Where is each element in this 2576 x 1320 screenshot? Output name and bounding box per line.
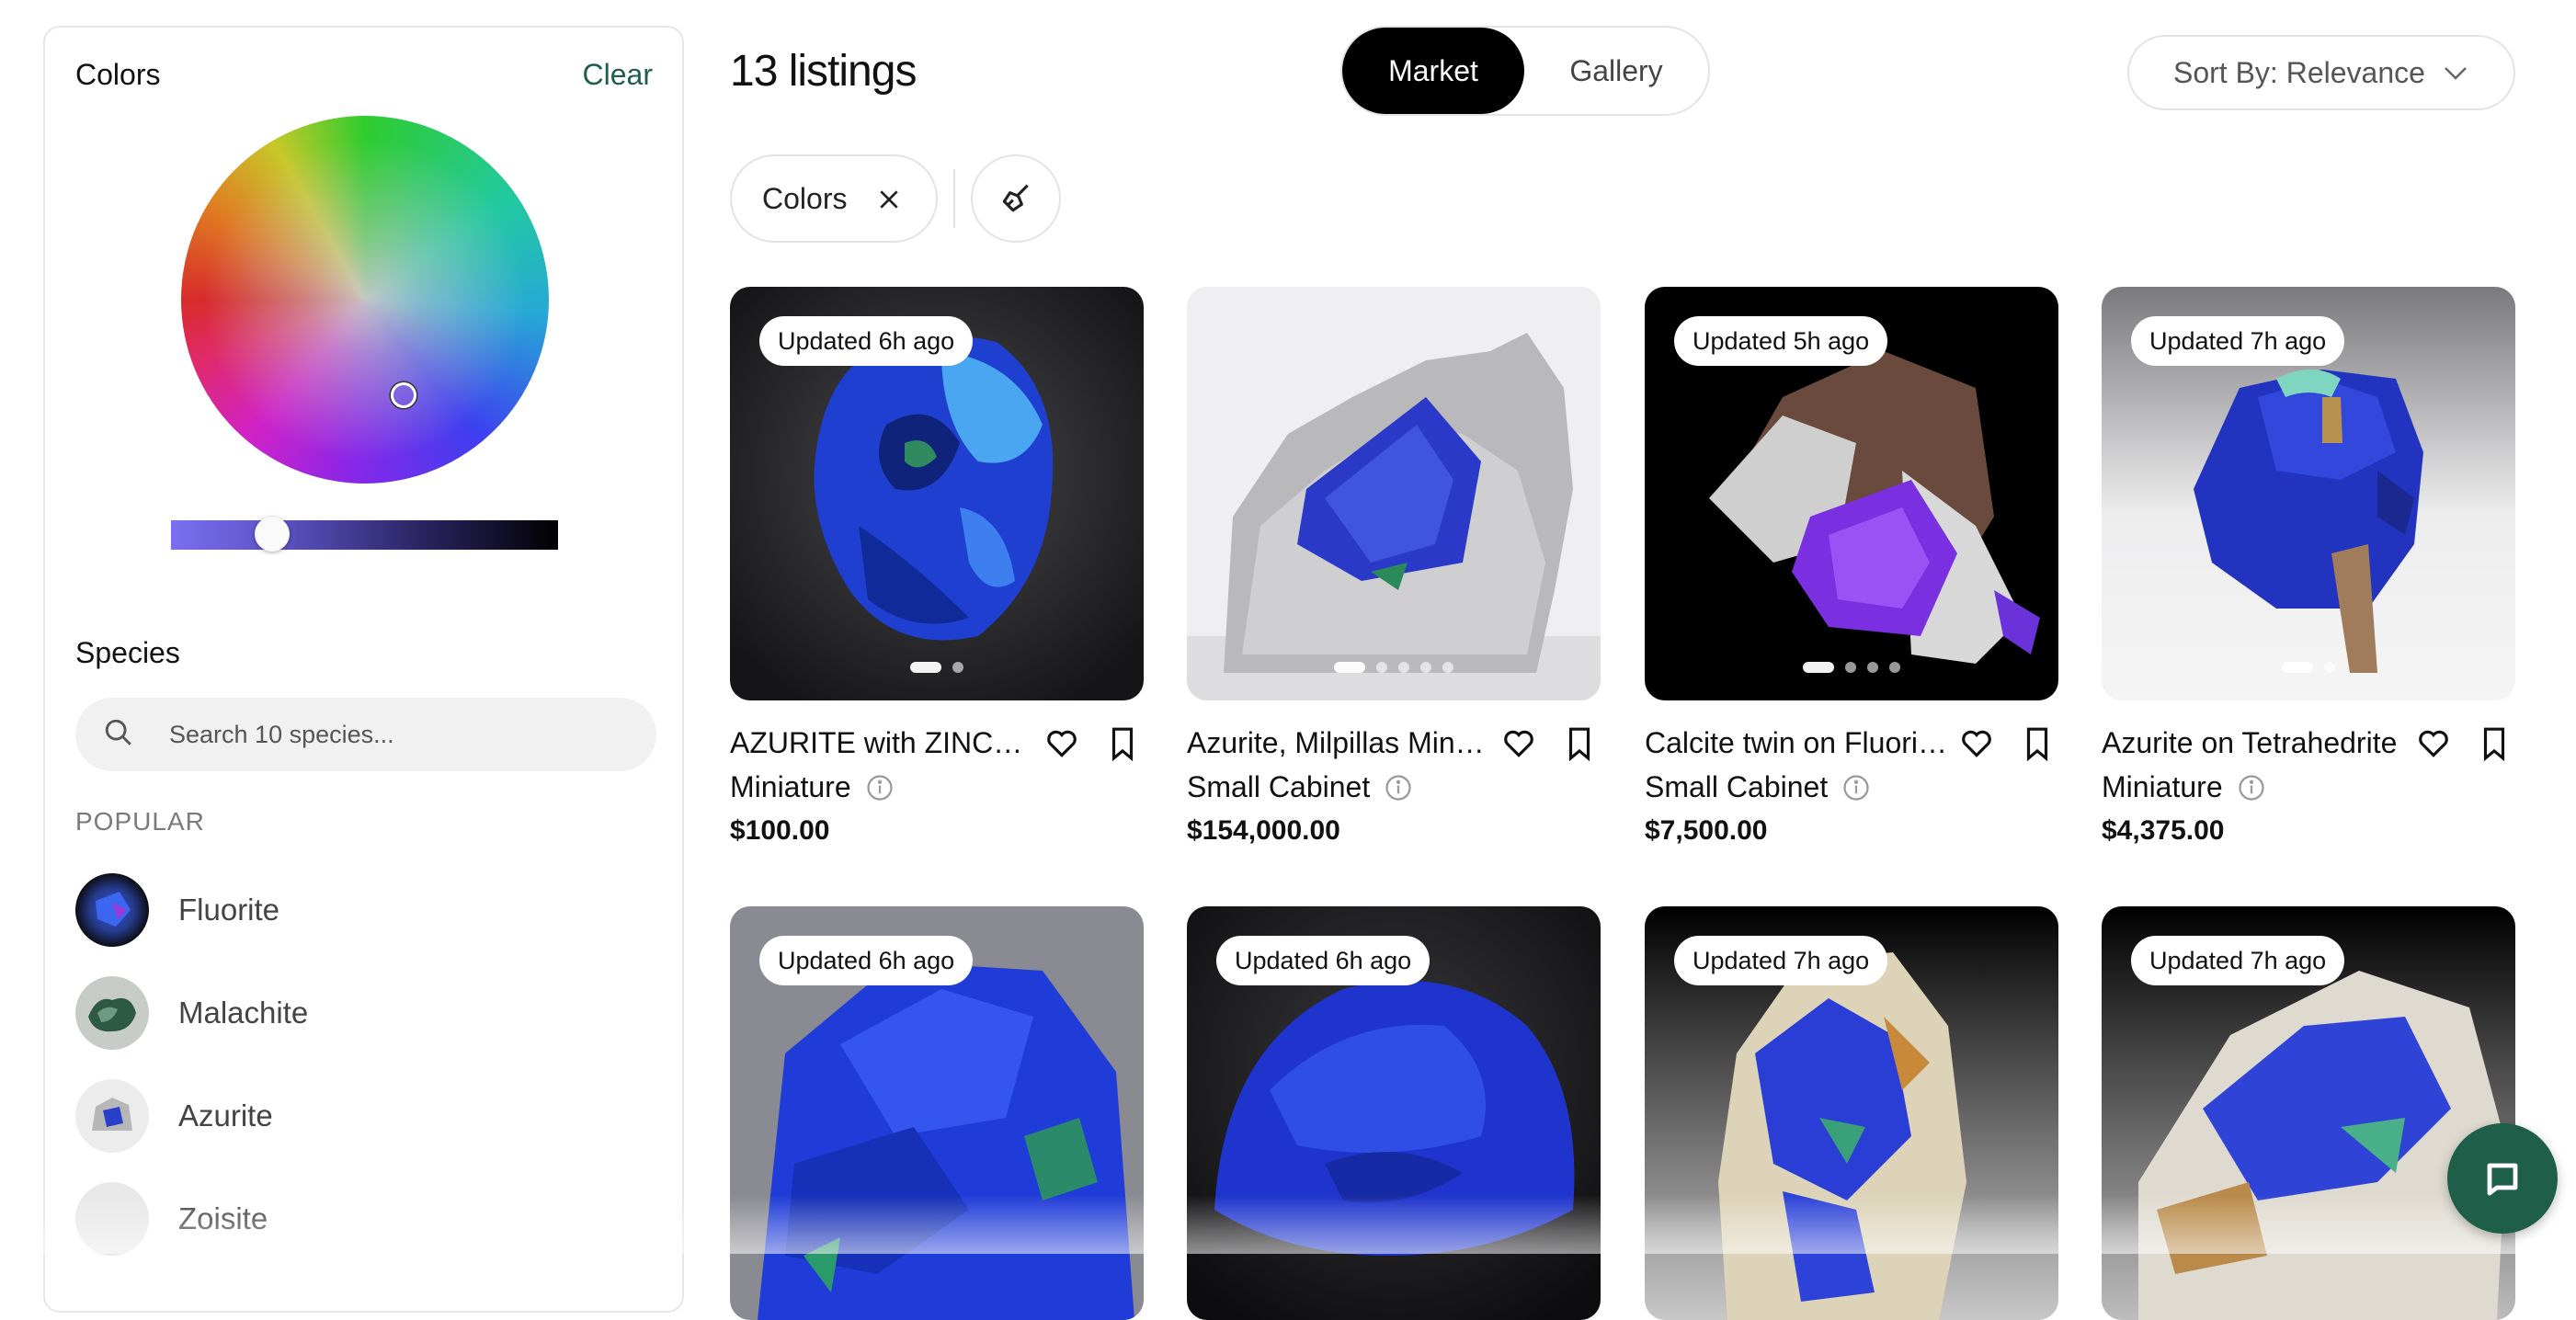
clear-colors-button[interactable]: Clear xyxy=(583,58,653,92)
updated-badge: Updated 6h ago xyxy=(1216,936,1430,985)
image-pager[interactable] xyxy=(1645,662,2058,673)
bookmark-icon[interactable] xyxy=(1564,726,1595,761)
listing-size: Small Cabinet xyxy=(1187,770,1412,804)
heart-icon[interactable] xyxy=(1959,726,1994,761)
size-label: Small Cabinet xyxy=(1187,770,1371,803)
listing-image[interactable] xyxy=(1187,287,1601,700)
clear-filters-icon xyxy=(1002,184,1029,212)
view-toggle: Market Gallery xyxy=(1340,26,1710,116)
listing-title[interactable]: AZURITE with ZINCO... xyxy=(730,726,1033,760)
updated-badge: Updated 5h ago xyxy=(1674,316,1888,366)
listing-count: 13 listings xyxy=(730,47,917,96)
size-label: Miniature xyxy=(2102,770,2223,803)
info-icon[interactable] xyxy=(1385,774,1412,802)
sort-dropdown[interactable]: Sort By: Relevance xyxy=(2127,35,2515,110)
clear-filters-button[interactable] xyxy=(971,154,1061,243)
search-icon xyxy=(103,717,134,753)
gallery-tab[interactable]: Gallery xyxy=(1524,28,1708,114)
market-tab[interactable]: Market xyxy=(1342,28,1524,114)
malachite-thumbnail xyxy=(75,976,149,1050)
listing-price: $7,500.00 xyxy=(1645,815,1768,846)
species-search-input[interactable] xyxy=(167,719,612,750)
listing-size: Miniature xyxy=(730,770,894,804)
listing-image[interactable]: Updated 7h ago xyxy=(2102,906,2515,1320)
bookmark-icon[interactable] xyxy=(1107,726,1138,761)
chat-button[interactable] xyxy=(2447,1123,2558,1234)
species-name: Azurite xyxy=(178,1098,273,1132)
species-name: Fluorite xyxy=(178,893,280,927)
brightness-slider[interactable] xyxy=(171,520,558,550)
updated-badge: Updated 6h ago xyxy=(759,316,974,366)
listing-image[interactable]: Updated 6h ago xyxy=(730,906,1144,1320)
chevron-down-icon xyxy=(2445,67,2467,80)
fluorite-thumbnail xyxy=(75,873,149,947)
listing-image[interactable]: Updated 6h ago xyxy=(1187,906,1601,1320)
brightness-slider-thumb[interactable] xyxy=(255,517,290,552)
species-item-zoisite[interactable]: Zoisite xyxy=(75,1182,268,1256)
colors-filter-title: Colors xyxy=(75,58,161,91)
species-name: Zoisite xyxy=(178,1201,268,1235)
azurite-thumbnail xyxy=(75,1079,149,1153)
bookmark-icon[interactable] xyxy=(2022,726,2053,761)
updated-badge: Updated 6h ago xyxy=(759,936,974,985)
species-item-azurite[interactable]: Azurite xyxy=(75,1079,273,1153)
species-filter-title: Species xyxy=(75,636,180,669)
color-wheel[interactable] xyxy=(181,116,549,484)
species-item-fluorite[interactable]: Fluorite xyxy=(75,873,279,947)
listing-image[interactable]: Updated 7h ago xyxy=(2102,287,2515,700)
species-search-box[interactable] xyxy=(75,698,656,771)
image-pager[interactable] xyxy=(1187,662,1601,673)
filter-sidebar: Colors Clear Species POPULAR Fluorite Ma… xyxy=(43,26,684,1313)
close-icon[interactable] xyxy=(877,188,901,211)
listing-title[interactable]: Azurite, Milpillas Mine... xyxy=(1187,726,1490,760)
listing-image[interactable]: Updated 6h ago xyxy=(730,287,1144,700)
chip-divider xyxy=(953,169,955,228)
sort-label: Sort By: Relevance xyxy=(2173,55,2425,89)
zoisite-thumbnail xyxy=(75,1182,149,1256)
chip-label: Colors xyxy=(762,181,848,215)
listing-price: $154,000.00 xyxy=(1187,815,1340,846)
info-icon[interactable] xyxy=(1842,774,1870,802)
heart-icon[interactable] xyxy=(2416,726,2451,761)
size-label: Small Cabinet xyxy=(1645,770,1829,803)
active-filter-chip-colors[interactable]: Colors xyxy=(730,154,938,243)
species-name: Malachite xyxy=(178,996,309,1030)
heart-icon[interactable] xyxy=(1044,726,1079,761)
info-icon[interactable] xyxy=(2238,774,2265,802)
color-wheel-handle[interactable] xyxy=(391,382,416,408)
listing-price: $100.00 xyxy=(730,815,830,846)
heart-icon[interactable] xyxy=(1501,726,1536,761)
popular-label: POPULAR xyxy=(75,807,205,836)
updated-badge: Updated 7h ago xyxy=(1674,936,1888,985)
listing-size: Miniature xyxy=(2102,770,2265,804)
info-icon[interactable] xyxy=(866,774,894,802)
listing-image[interactable]: Updated 5h ago xyxy=(1645,287,2058,700)
image-pager[interactable] xyxy=(2102,662,2515,673)
updated-badge: Updated 7h ago xyxy=(2131,936,2345,985)
size-label: Miniature xyxy=(730,770,851,803)
listing-size: Small Cabinet xyxy=(1645,770,1870,804)
updated-badge: Updated 7h ago xyxy=(2131,316,2345,366)
species-item-malachite[interactable]: Malachite xyxy=(75,976,308,1050)
image-pager[interactable] xyxy=(730,662,1144,673)
chat-icon xyxy=(2487,1163,2518,1196)
listing-title[interactable]: Azurite on Tetrahedrite xyxy=(2102,726,2405,760)
listing-image[interactable]: Updated 7h ago xyxy=(1645,906,2058,1320)
listing-price: $4,375.00 xyxy=(2102,815,2225,846)
listing-title[interactable]: Calcite twin on Fluorit... xyxy=(1645,726,1948,760)
bookmark-icon[interactable] xyxy=(2479,726,2510,761)
